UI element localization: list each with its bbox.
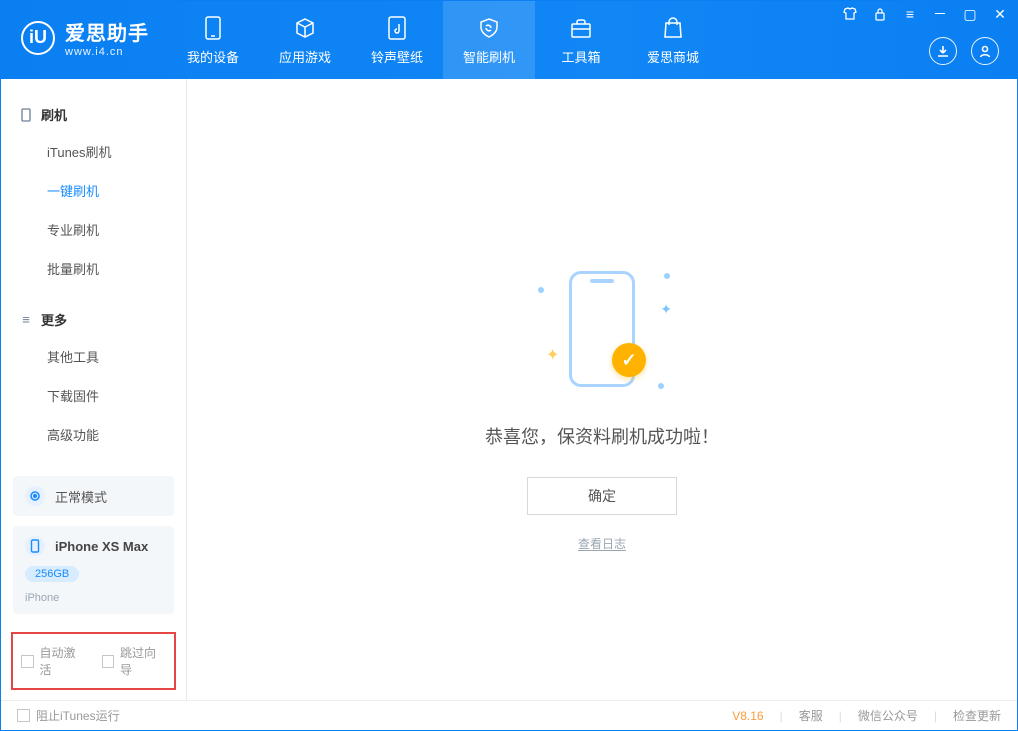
mode-card[interactable]: 正常模式 <box>13 476 174 516</box>
success-message: 恭喜您，保资料刷机成功啦！ <box>485 423 719 449</box>
device-card[interactable]: iPhone XS Max 256GB iPhone <box>13 526 174 614</box>
device-name: iPhone XS Max <box>55 539 148 554</box>
sidebar-group-more: ≡ 更多 <box>1 302 186 337</box>
sidebar: 刷机 iTunes刷机 一键刷机 专业刷机 批量刷机 ≡ 更多 其他工具 下载固… <box>1 79 187 700</box>
logo-badge-icon: iU <box>21 21 55 55</box>
main-tabs: 我的设备 应用游戏 铃声壁纸 智能刷机 工具箱 爱思商城 <box>167 1 719 79</box>
tab-label: 铃声壁纸 <box>371 47 423 66</box>
app-title: 爱思助手 <box>65 17 149 46</box>
tab-store[interactable]: 爱思商城 <box>627 1 719 79</box>
device-small-icon <box>19 108 33 122</box>
tab-ringtone-wallpaper[interactable]: 铃声壁纸 <box>351 1 443 79</box>
menu-icon[interactable]: ≡ <box>901 5 919 23</box>
mode-label: 正常模式 <box>55 487 107 506</box>
ok-button[interactable]: 确定 <box>527 477 677 515</box>
music-file-icon <box>384 15 410 41</box>
refresh-shield-icon <box>476 15 502 41</box>
storage-badge: 256GB <box>25 566 79 582</box>
view-log-link[interactable]: 查看日志 <box>578 535 626 552</box>
sparkle-plus-icon: ✦ <box>546 345 559 365</box>
toolbox-icon <box>568 15 594 41</box>
group-title-label: 刷机 <box>41 105 67 124</box>
version-label: V8.16 <box>732 709 763 723</box>
check-badge-icon: ✓ <box>612 343 646 377</box>
lock-icon[interactable] <box>871 5 889 23</box>
sparkle-icon <box>538 287 544 293</box>
app-header: iU 爱思助手 www.i4.cn 我的设备 应用游戏 铃声壁纸 智能刷机 工具… <box>1 1 1017 79</box>
wechat-link[interactable]: 微信公众号 <box>858 707 918 724</box>
header-right-buttons <box>929 37 999 65</box>
checkbox-icon <box>21 655 34 668</box>
device-icon <box>25 536 45 556</box>
tab-smart-flash[interactable]: 智能刷机 <box>443 1 535 79</box>
download-button[interactable] <box>929 37 957 65</box>
checkbox-icon <box>17 709 30 722</box>
maximize-button[interactable]: ▢ <box>961 5 979 23</box>
tab-label: 智能刷机 <box>463 47 515 66</box>
checkbox-block-itunes[interactable]: 阻止iTunes运行 <box>17 707 120 724</box>
sidebar-group-flash: 刷机 <box>1 97 186 132</box>
mode-icon <box>25 486 45 506</box>
app-subtitle: www.i4.cn <box>65 46 149 58</box>
device-subtype: iPhone <box>25 592 162 604</box>
sidebar-item-download-firmware[interactable]: 下载固件 <box>1 376 186 415</box>
tab-label: 我的设备 <box>187 47 239 66</box>
separator: | <box>934 709 937 723</box>
tab-apps-games[interactable]: 应用游戏 <box>259 1 351 79</box>
tab-label: 工具箱 <box>561 47 600 66</box>
status-bar: 阻止iTunes运行 V8.16 | 客服 | 微信公众号 | 检查更新 <box>1 700 1017 730</box>
minimize-button[interactable]: － <box>931 5 949 23</box>
tab-my-device[interactable]: 我的设备 <box>167 1 259 79</box>
options-highlight-box: 自动激活 跳过向导 <box>11 632 176 690</box>
success-illustration: ✦ ✦ ✓ <box>532 259 672 399</box>
phone-icon <box>200 15 226 41</box>
sidebar-item-advanced[interactable]: 高级功能 <box>1 415 186 454</box>
sidebar-item-batch-flash[interactable]: 批量刷机 <box>1 249 186 288</box>
sidebar-item-itunes-flash[interactable]: iTunes刷机 <box>1 132 186 171</box>
check-update-link[interactable]: 检查更新 <box>953 707 1001 724</box>
sidebar-item-pro-flash[interactable]: 专业刷机 <box>1 210 186 249</box>
close-button[interactable]: ✕ <box>991 5 1009 23</box>
support-link[interactable]: 客服 <box>799 707 823 724</box>
checkbox-label: 自动激活 <box>40 644 86 678</box>
checkbox-label: 跳过向导 <box>120 644 166 678</box>
list-icon: ≡ <box>19 313 33 327</box>
shirt-icon[interactable] <box>841 5 859 23</box>
sidebar-item-other-tools[interactable]: 其他工具 <box>1 337 186 376</box>
tab-label: 爱思商城 <box>647 47 699 66</box>
sparkle-icon <box>658 383 664 389</box>
sidebar-item-oneclick-flash[interactable]: 一键刷机 <box>1 171 186 210</box>
tab-toolbox[interactable]: 工具箱 <box>535 1 627 79</box>
separator: | <box>839 709 842 723</box>
checkbox-icon <box>102 655 115 668</box>
app-logo: iU 爱思助手 www.i4.cn <box>1 1 167 58</box>
tab-label: 应用游戏 <box>279 47 331 66</box>
sparkle-icon <box>664 273 670 279</box>
separator: | <box>780 709 783 723</box>
sparkle-plus-icon: ✦ <box>660 301 672 318</box>
checkbox-label: 阻止iTunes运行 <box>36 707 120 724</box>
main-content: ✦ ✦ ✓ 恭喜您，保资料刷机成功啦！ 确定 查看日志 <box>187 79 1017 700</box>
checkbox-auto-activate[interactable]: 自动激活 <box>21 644 86 678</box>
cube-icon <box>292 15 318 41</box>
bag-icon <box>660 15 686 41</box>
group-title-label: 更多 <box>41 310 67 329</box>
checkbox-skip-guide[interactable]: 跳过向导 <box>102 644 167 678</box>
user-button[interactable] <box>971 37 999 65</box>
window-controls: ≡ － ▢ ✕ <box>841 5 1009 23</box>
